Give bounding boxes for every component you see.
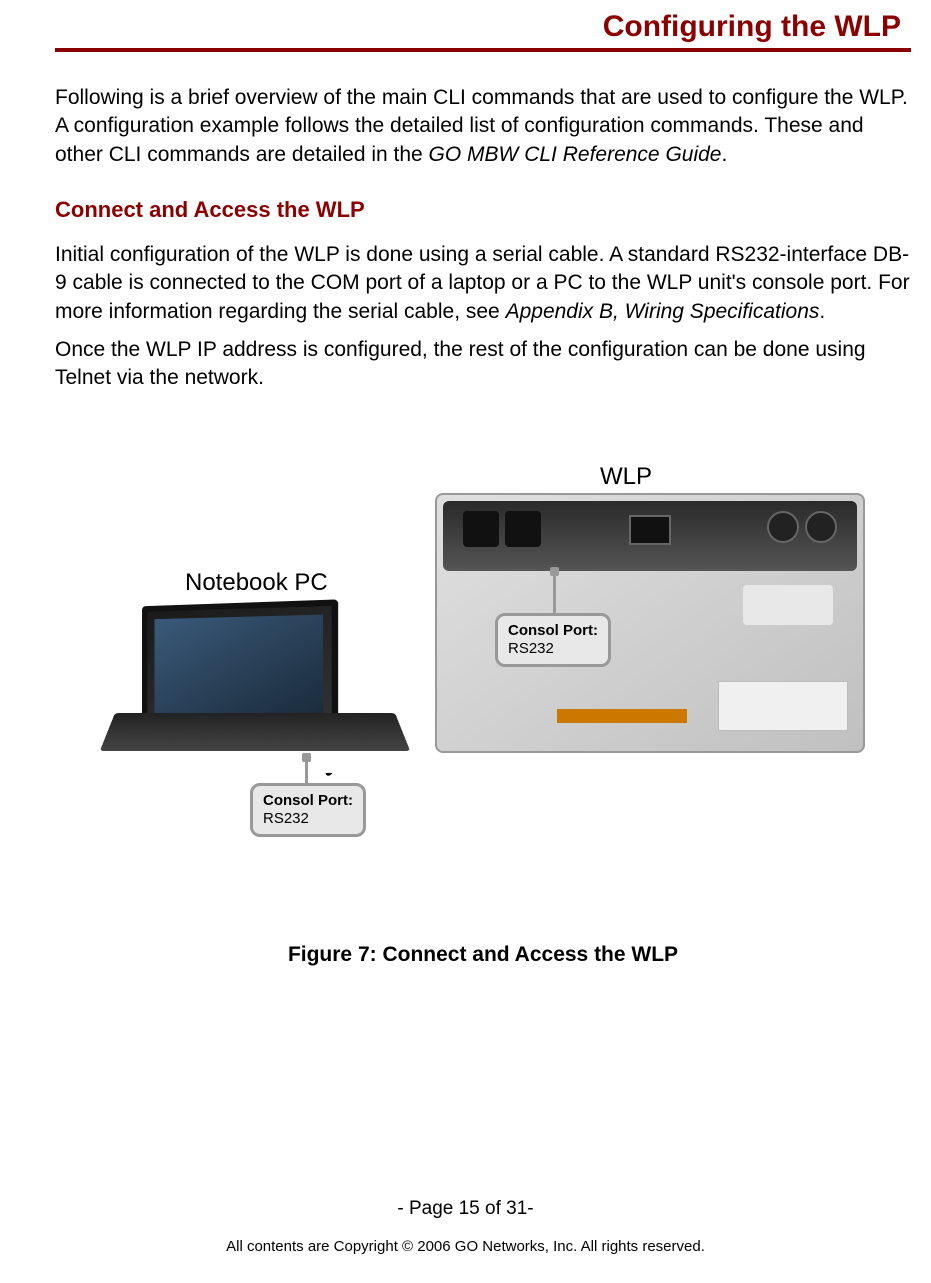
section-heading: Connect and Access the WLP <box>55 197 911 223</box>
callout-wlp-title: Consol Port: <box>508 622 598 640</box>
wlp-spec-label <box>718 681 848 731</box>
wlp-logo <box>743 585 833 625</box>
copyright-notice: All contents are Copyright © 2006 GO Net… <box>0 1238 931 1255</box>
wlp-port <box>505 511 541 547</box>
para1-appendix-italic: Appendix B, Wiring Specifications <box>506 300 820 323</box>
intro-text-after: . <box>721 143 727 166</box>
para1-after: . <box>819 300 825 323</box>
body-paragraph-1: Initial configuration of the WLP is done… <box>55 241 911 326</box>
wlp-warning-strip <box>557 709 687 723</box>
intro-paragraph: Following is a brief overview of the mai… <box>55 84 911 169</box>
intro-reference-italic: GO MBW CLI Reference Guide <box>429 143 722 166</box>
body-paragraph-2: Once the WLP IP address is configured, t… <box>55 336 911 393</box>
callout-pc-title: Consol Port: <box>263 792 353 810</box>
callout-stem-pc <box>305 761 308 785</box>
notebook-screen-display <box>154 614 323 721</box>
wlp-ethernet-port <box>629 515 671 545</box>
callout-wlp-value: RS232 <box>508 640 598 658</box>
figure-label-notebook: Notebook PC <box>185 569 328 597</box>
wlp-port <box>463 511 499 547</box>
page-footer: - Page 15 of 31- All contents are Copyri… <box>0 1198 931 1255</box>
wlp-top-panel <box>443 501 857 571</box>
notebook-keyboard-base <box>100 713 411 751</box>
chapter-title: Configuring the WLP <box>55 10 911 44</box>
callout-stem-wlp <box>553 575 556 615</box>
callout-pc-value: RS232 <box>263 810 353 828</box>
figure-caption: Figure 7: Connect and Access the WLP <box>55 943 911 967</box>
callout-console-port-pc: Consol Port: RS232 <box>250 783 366 837</box>
wlp-ports-right <box>767 511 837 543</box>
wlp-connector-round <box>767 511 799 543</box>
figure-diagram: WLP Notebook PC <box>55 433 911 933</box>
page-number: - Page 15 of 31- <box>0 1198 931 1220</box>
figure-label-wlp: WLP <box>600 463 652 491</box>
wlp-ports-left <box>463 511 541 547</box>
title-underline <box>55 48 911 52</box>
callout-console-port-wlp: Consol Port: RS232 <box>495 613 611 667</box>
wlp-connector-round <box>805 511 837 543</box>
notebook-pc-image <box>115 603 395 773</box>
